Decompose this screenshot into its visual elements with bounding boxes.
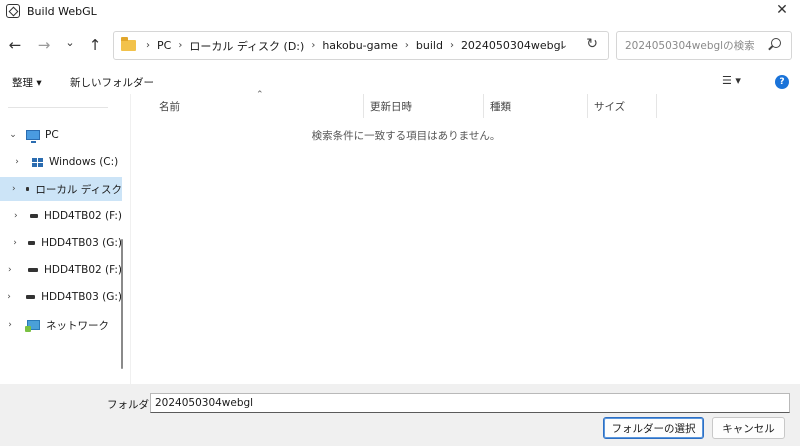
drive-icon	[26, 295, 36, 299]
sidebar-item-label: ネットワーク	[46, 319, 109, 332]
search-input[interactable]	[625, 39, 765, 52]
address-dropdown-icon[interactable]: ⌄	[560, 40, 568, 51]
forward-button[interactable]: →	[34, 35, 54, 55]
help-icon[interactable]: ?	[775, 75, 789, 89]
sidebar-item-hdd4tb03-g[interactable]: › HDD4TB03 (G:)	[0, 231, 122, 255]
search-icon[interactable]	[771, 38, 781, 48]
drive-icon	[25, 187, 30, 191]
navigation-pane: ⌄ PC › Windows (C:) › ローカル ディスク › HDD4TB…	[0, 94, 130, 384]
sidebar-item-network[interactable]: › ネットワーク	[0, 313, 122, 337]
sidebar-item-hdd4tb02-f-2[interactable]: › HDD4TB02 (F:)	[0, 258, 122, 282]
sidebar-item-label: HDD4TB02 (F:)	[43, 264, 122, 276]
chevron-right-icon[interactable]: ›	[12, 184, 16, 194]
view-options-button[interactable]: ☰ ▾	[722, 74, 741, 87]
chevron-right-icon[interactable]: ›	[12, 157, 22, 167]
windows-drive-icon	[32, 157, 43, 167]
crumb-separator[interactable]: ›	[311, 40, 315, 51]
breadcrumb-pc[interactable]: PC	[157, 39, 171, 52]
close-button[interactable]: ✕	[774, 2, 790, 18]
new-folder-button[interactable]: 新しいフォルダー	[70, 75, 154, 90]
folder-icon	[121, 37, 136, 51]
organize-menu[interactable]: 整理 ▾	[12, 75, 42, 90]
sidebar-item-label: ローカル ディスク	[35, 183, 122, 196]
navigation-bar: ← → ⌄ ↑ › PC › ローカル ディスク (D:) › hakobu-g…	[0, 22, 800, 70]
chevron-right-icon[interactable]: ›	[5, 265, 15, 275]
column-header-modified[interactable]: 更新日時	[364, 94, 484, 118]
column-header-size[interactable]: サイズ	[588, 94, 657, 118]
folder-name-field[interactable]	[150, 393, 790, 413]
sidebar-scrollbar[interactable]	[121, 239, 123, 369]
sort-ascending-icon: ⌃	[256, 90, 264, 100]
breadcrumb-current-folder[interactable]: 2024050304webgl	[461, 39, 564, 52]
sidebar-item-label: HDD4TB03 (G:)	[41, 291, 122, 303]
cancel-button[interactable]: キャンセル	[712, 417, 785, 439]
drive-icon	[27, 268, 38, 272]
sidebar-item-label: HDD4TB03 (G:)	[41, 237, 122, 249]
column-header-type[interactable]: 種類	[484, 94, 588, 118]
unity-icon	[6, 4, 20, 18]
up-button[interactable]: ↑	[85, 35, 105, 55]
chevron-right-icon[interactable]: ›	[5, 292, 13, 302]
drive-icon	[29, 214, 38, 218]
command-bar: 整理 ▾ 新しいフォルダー ☰ ▾ ?	[0, 70, 800, 94]
sidebar-item-label: Windows (C:)	[49, 156, 119, 168]
refresh-icon[interactable]: ↻	[586, 36, 598, 52]
window-title: Build WebGL	[27, 4, 97, 18]
network-icon	[25, 320, 40, 332]
crumb-separator[interactable]: ›	[450, 40, 454, 51]
chevron-right-icon[interactable]: ›	[12, 238, 18, 248]
pc-icon	[26, 130, 40, 143]
column-header-label: 名前	[159, 100, 180, 113]
empty-results-message: 検索条件に一致する項目はありません。	[311, 130, 501, 142]
column-header-label: 種類	[490, 100, 511, 113]
title-bar: Build WebGL ✕	[0, 0, 800, 22]
breadcrumb-hakobu-game[interactable]: hakobu-game	[322, 39, 398, 52]
sidebar-item-windows-c[interactable]: › Windows (C:)	[0, 150, 122, 174]
sidebar-item-label: PC	[45, 129, 59, 141]
column-header-label: サイズ	[594, 100, 626, 113]
chevron-down-icon[interactable]: ⌄	[8, 130, 18, 140]
sidebar-item-hdd4tb03-g-2[interactable]: › HDD4TB03 (G:)	[0, 285, 122, 309]
divider	[8, 107, 108, 108]
column-header-label: 更新日時	[370, 100, 412, 113]
select-folder-button[interactable]: フォルダーの選択	[603, 417, 704, 439]
chevron-right-icon[interactable]: ›	[12, 211, 20, 221]
crumb-separator[interactable]: ›	[178, 40, 182, 51]
sidebar-item-local-disk[interactable]: › ローカル ディスク	[0, 177, 122, 201]
sidebar-item-label: HDD4TB02 (F:)	[43, 210, 122, 222]
drive-icon	[28, 241, 36, 245]
chevron-right-icon[interactable]: ›	[5, 320, 15, 330]
dialog-footer: フォルダー: フォルダーの選択 キャンセル	[0, 384, 800, 446]
back-button[interactable]: ←	[5, 35, 25, 55]
file-list: 名前 ⌃ 更新日時 種類 サイズ 検索条件に一致する項目はありません。	[131, 90, 800, 384]
sidebar-item-pc[interactable]: ⌄ PC	[0, 123, 122, 147]
recent-locations-button[interactable]: ⌄	[60, 32, 80, 52]
search-box[interactable]	[616, 31, 792, 60]
sidebar-item-hdd4tb02-f[interactable]: › HDD4TB02 (F:)	[0, 204, 122, 228]
crumb-separator[interactable]: ›	[405, 40, 409, 51]
breadcrumb-local-disk[interactable]: ローカル ディスク (D:)	[189, 38, 304, 54]
crumb-separator: ›	[146, 40, 150, 51]
address-bar[interactable]: › PC › ローカル ディスク (D:) › hakobu-game › bu…	[113, 31, 609, 60]
breadcrumb-build[interactable]: build	[416, 39, 443, 52]
